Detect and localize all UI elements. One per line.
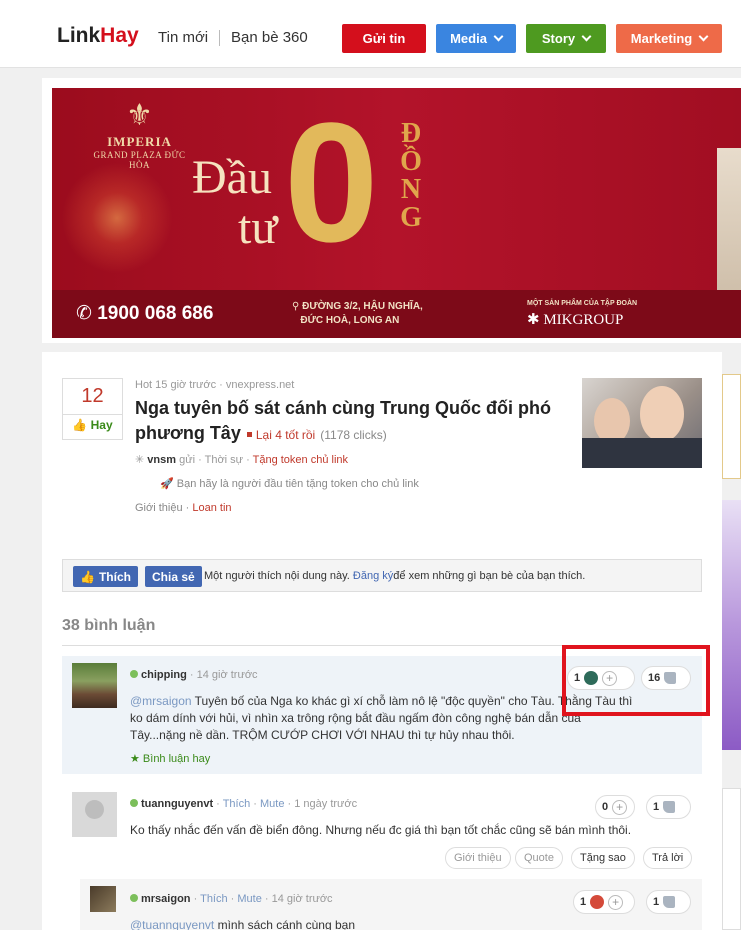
thumbs-up-icon bbox=[663, 801, 676, 813]
vote-score: 12 bbox=[81, 385, 104, 407]
media-menu-button[interactable]: Media bbox=[436, 24, 516, 53]
rocket-icon: 🚀 bbox=[160, 478, 174, 490]
imperia-logo-icon: ⚜ bbox=[126, 99, 153, 132]
reaction-pill[interactable]: 0 + bbox=[595, 795, 635, 819]
comment-text: Ko thấy nhắc đến vấn đề biển đông. Nhưng… bbox=[130, 823, 632, 837]
smile-emoji-icon bbox=[590, 895, 605, 909]
reply-button[interactable]: Trả lời bbox=[643, 847, 693, 869]
chevron-down-icon bbox=[493, 31, 504, 42]
chevron-down-icon bbox=[581, 31, 592, 42]
firework-graphic bbox=[57, 158, 177, 278]
sidebar-ad[interactable] bbox=[722, 500, 741, 750]
like-pill[interactable]: 1 bbox=[646, 890, 691, 914]
ad-brand-sub: GRAND PLAZA ĐỨC HÒA bbox=[93, 150, 186, 170]
spread-link[interactable]: Loan tin bbox=[192, 502, 231, 514]
again-link[interactable]: Lại 4 tốt rồi bbox=[256, 428, 315, 442]
avatar[interactable] bbox=[72, 663, 117, 708]
highlight-box bbox=[562, 645, 710, 716]
submit-button[interactable]: Gửi tin bbox=[342, 24, 426, 53]
mute-link[interactable]: Mute bbox=[260, 798, 284, 810]
poster-line: ✳ vnsm gửi · Thời sự · Tặng token chủ li… bbox=[135, 454, 348, 466]
article-title[interactable]: Nga tuyên bố sát cánh cùng Trung Quốc đố… bbox=[135, 396, 575, 448]
comment-user[interactable]: mrsaigon bbox=[141, 893, 191, 905]
comment-user[interactable]: chipping bbox=[141, 669, 187, 681]
good-comment-badge: ★ Bình luận hay bbox=[130, 753, 211, 765]
like-link[interactable]: Thích bbox=[223, 798, 251, 810]
avatar[interactable] bbox=[72, 792, 117, 837]
online-dot-icon bbox=[130, 670, 138, 678]
reaction-pill[interactable]: 1 + bbox=[573, 890, 635, 914]
comment-user[interactable]: tuannguyenvt bbox=[141, 798, 213, 810]
article-meta: Hot 15 giờ trước · vnexpress.net bbox=[135, 379, 295, 391]
comment-text: @tuannguyenvt mình sách cánh cùng bạn bbox=[130, 918, 356, 930]
category-link[interactable]: Thời sự bbox=[205, 454, 243, 466]
comment-header: chipping · 14 giờ trước bbox=[130, 669, 258, 681]
sidebar-card bbox=[722, 788, 741, 930]
ad-banner[interactable]: ⚜ IMPERIA GRAND PLAZA ĐỨC HÒA Đầu tư 0 Đ… bbox=[52, 88, 741, 338]
ad-brand: ⚜ IMPERIA GRAND PLAZA ĐỨC HÒA bbox=[82, 98, 197, 170]
fb-text: Một người thích nội dung này. Đăng kýđể … bbox=[204, 570, 586, 582]
nav-separator bbox=[219, 30, 220, 46]
article-thumbnail[interactable] bbox=[582, 378, 702, 468]
vote-box: 12 👍 Hay bbox=[62, 378, 123, 440]
ad-zero: 0 bbox=[284, 88, 379, 278]
ad-headline-1: Đầu bbox=[192, 151, 272, 204]
like-pill[interactable]: 1 bbox=[646, 795, 691, 819]
donate-prompt: 🚀 Bạn hãy là người đầu tiên tặng token c… bbox=[160, 478, 419, 490]
ad-phone: ✆ 1900 068 686 bbox=[76, 303, 214, 324]
vote-hay-button[interactable]: 👍 Hay bbox=[63, 418, 122, 432]
gift-star-button[interactable]: Tặng sao bbox=[571, 847, 635, 869]
mute-link[interactable]: Mute bbox=[237, 893, 261, 905]
mention-link[interactable]: @tuannguyenvt bbox=[130, 918, 214, 930]
fb-like-button[interactable]: 👍 Thích bbox=[73, 566, 138, 587]
fb-share-button[interactable]: Chia sẻ bbox=[145, 566, 202, 587]
ad-address: ⚲ ĐƯỜNG 3/2, HẬU NGHĨA, ĐỨC HOÀ, LONG AN bbox=[292, 301, 423, 326]
ad-dong-text: ĐỒNG bbox=[400, 118, 422, 233]
ad-brand-name: IMPERIA bbox=[107, 134, 172, 149]
nav-new[interactable]: Tin mới bbox=[158, 29, 208, 46]
online-dot-icon bbox=[130, 894, 138, 902]
like-link[interactable]: Thích bbox=[200, 893, 228, 905]
chevron-down-icon bbox=[698, 31, 709, 42]
ad-group-label: MỘT SẢN PHẨM CỦA TẬP ĐOÀN bbox=[527, 300, 638, 307]
poster-avatar-icon: ✳ bbox=[135, 454, 145, 466]
ad-group-name: ✱ MIKGROUP bbox=[527, 312, 624, 328]
click-count: (1178 clicks) bbox=[320, 428, 387, 442]
story-menu-button[interactable]: Story bbox=[526, 24, 606, 53]
fb-signup-link[interactable]: Đăng ký bbox=[353, 570, 393, 582]
comment-header: mrsaigon · Thích · Mute · 14 giờ trước bbox=[130, 893, 333, 905]
intro-button[interactable]: Giới thiệu bbox=[445, 847, 511, 869]
comment-count: 38 bình luận bbox=[62, 617, 156, 634]
token-link[interactable]: Tặng token chủ link bbox=[253, 454, 348, 466]
poster-name[interactable]: vnsm bbox=[147, 454, 176, 466]
avatar[interactable] bbox=[90, 886, 116, 912]
article-actions: Giới thiệu · Loan tin bbox=[135, 502, 232, 514]
mention-link[interactable]: @mrsaigon bbox=[130, 694, 192, 708]
quote-button[interactable]: Quote bbox=[515, 847, 563, 869]
comment-header: tuannguyenvt · Thích · Mute · 1 ngày trư… bbox=[130, 798, 357, 810]
marketing-menu-button[interactable]: Marketing bbox=[616, 24, 722, 53]
ad-headline-2: tư bbox=[238, 201, 278, 254]
ad-dong: ĐỒNG bbox=[396, 120, 426, 232]
thumbs-up-icon: 👍 bbox=[80, 569, 95, 584]
add-reaction-icon[interactable]: + bbox=[608, 894, 624, 910]
square-icon bbox=[246, 431, 252, 437]
nav-friends[interactable]: Bạn bè 360 bbox=[231, 29, 308, 46]
thumbs-up-icon bbox=[663, 896, 676, 908]
intro-link[interactable]: Giới thiệu bbox=[135, 502, 183, 514]
facebook-bar: 👍 Thích Chia sẻ Một người thích nội dung … bbox=[62, 559, 702, 592]
add-reaction-icon[interactable]: + bbox=[612, 799, 628, 815]
site-logo[interactable]: LinkHay bbox=[57, 24, 139, 48]
comment-text: @mrsaigon Tuyên bố của Nga ko khác gì xí… bbox=[130, 694, 633, 742]
divider bbox=[63, 414, 122, 415]
top-header: LinkHay Tin mới Bạn bè 360 Gửi tin Media… bbox=[0, 0, 741, 68]
sidebar-card bbox=[722, 374, 741, 479]
online-dot-icon bbox=[130, 799, 138, 807]
